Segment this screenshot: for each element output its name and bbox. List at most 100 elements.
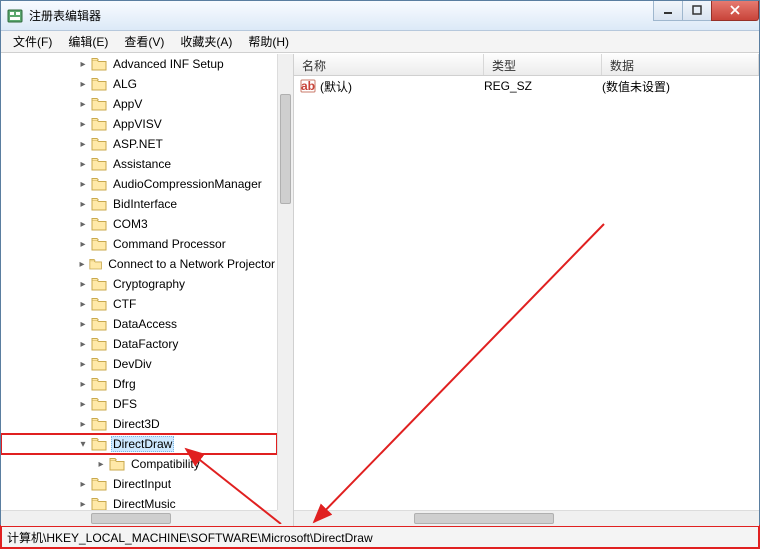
tree-node-label: DirectMusic <box>111 496 178 510</box>
tree-node[interactable]: ▸ DataFactory <box>1 334 277 354</box>
tree-node[interactable]: ▸ Cryptography <box>1 274 277 294</box>
list-pane: 名称 类型 数据 ab (默认) REG_SZ(数值未设置) <box>294 54 759 526</box>
chevron-right-icon[interactable]: ▸ <box>77 298 89 310</box>
chevron-down-icon[interactable]: ▾ <box>77 438 89 450</box>
tree-node-label: ASP.NET <box>111 136 165 152</box>
tree-node[interactable]: ▸Assistance <box>1 154 277 174</box>
scrollbar-thumb[interactable] <box>280 94 291 204</box>
list-view[interactable]: ab (默认) REG_SZ(数值未设置) <box>294 76 759 526</box>
window-controls <box>654 1 759 21</box>
tree-horizontal-scrollbar[interactable] <box>1 510 277 526</box>
chevron-right-icon[interactable]: ▸ <box>77 258 87 270</box>
tree-node[interactable]: ▾ DirectDraw <box>1 434 277 454</box>
tree-node[interactable]: ▸ DevDiv <box>1 354 277 374</box>
tree-node[interactable]: ▸ ASP.NET <box>1 134 277 154</box>
tree-node-label: Cryptography <box>111 276 187 292</box>
tree-node-label: DataFactory <box>111 336 180 352</box>
tree-scroll: ▸Advanced INF Setup▸ALG▸AppV▸AppVISV▸ASP… <box>1 54 293 526</box>
value-name: (默认) <box>320 78 352 95</box>
statusbar: 计算机\HKEY_LOCAL_MACHINE\SOFTWARE\Microsof… <box>1 526 759 548</box>
chevron-right-icon[interactable]: ▸ <box>95 458 107 470</box>
chevron-right-icon[interactable]: ▸ <box>77 138 89 150</box>
tree-vertical-scrollbar[interactable] <box>277 54 293 510</box>
tree-node[interactable]: ▸ CTF <box>1 294 277 314</box>
chevron-right-icon[interactable]: ▸ <box>77 498 89 510</box>
chevron-right-icon[interactable]: ▸ <box>77 358 89 370</box>
chevron-right-icon[interactable]: ▸ <box>77 278 89 290</box>
chevron-right-icon[interactable]: ▸ <box>77 398 89 410</box>
chevron-right-icon[interactable]: ▸ <box>77 198 89 210</box>
tree-node[interactable]: ▸ DirectInput <box>1 474 277 494</box>
regedit-window: 注册表编辑器 文件(F) 编辑(E) 查看(V) 收藏夹(A) 帮助(H) ▸A… <box>0 0 760 549</box>
tree-node-label: COM3 <box>111 216 150 232</box>
tree-node[interactable]: ▸ DFS <box>1 394 277 414</box>
chevron-right-icon[interactable]: ▸ <box>77 218 89 230</box>
menu-favorites[interactable]: 收藏夹(A) <box>172 31 240 52</box>
chevron-right-icon[interactable]: ▸ <box>77 98 89 110</box>
chevron-right-icon[interactable]: ▸ <box>77 78 89 90</box>
tree-node[interactable]: ▸Advanced INF Setup <box>1 54 277 74</box>
svg-text:ab: ab <box>301 79 315 93</box>
menu-view[interactable]: 查看(V) <box>116 31 172 52</box>
tree-view[interactable]: ▸Advanced INF Setup▸ALG▸AppV▸AppVISV▸ASP… <box>1 54 277 510</box>
minimize-button[interactable] <box>653 1 683 21</box>
close-button[interactable] <box>711 1 759 21</box>
tree-node-label: DFS <box>111 396 139 412</box>
menubar: 文件(F) 编辑(E) 查看(V) 收藏夹(A) 帮助(H) <box>1 31 759 53</box>
scrollbar-thumb[interactable] <box>414 513 554 524</box>
tree-node[interactable]: ▸Command Processor <box>1 234 277 254</box>
tree-node-label: Direct3D <box>111 416 162 432</box>
column-data[interactable]: 数据 <box>602 54 759 75</box>
tree-node[interactable]: ▸ Dfrg <box>1 374 277 394</box>
tree-node-label: DirectInput <box>111 476 173 492</box>
chevron-right-icon[interactable]: ▸ <box>77 158 89 170</box>
chevron-right-icon[interactable]: ▸ <box>77 58 89 70</box>
titlebar: 注册表编辑器 <box>1 1 759 31</box>
maximize-button[interactable] <box>682 1 712 21</box>
menu-file[interactable]: 文件(F) <box>5 31 60 52</box>
tree-node-label: AppVISV <box>111 116 164 132</box>
list-horizontal-scrollbar[interactable] <box>294 510 759 526</box>
tree-node-label: ALG <box>111 76 139 92</box>
tree-node-label: BidInterface <box>111 196 179 212</box>
menu-edit[interactable]: 编辑(E) <box>60 31 116 52</box>
scrollbar-thumb[interactable] <box>91 513 171 524</box>
tree-node[interactable]: ▸ AudioCompressionManager <box>1 174 277 194</box>
tree-node[interactable]: ▸ BidInterface <box>1 194 277 214</box>
tree-node[interactable]: ▸ ALG <box>1 74 277 94</box>
column-type[interactable]: 类型 <box>484 54 602 75</box>
value-data: (数值未设置) <box>602 78 759 95</box>
tree-node[interactable]: ▸DataAccess <box>1 314 277 334</box>
list-row[interactable]: ab (默认) REG_SZ(数值未设置) <box>294 76 759 96</box>
list-header: 名称 类型 数据 <box>294 54 759 76</box>
tree-node[interactable]: ▸ Compatibility <box>1 454 277 474</box>
tree-node-label: DirectDraw <box>111 436 174 452</box>
window-title: 注册表编辑器 <box>29 7 654 24</box>
tree-node[interactable]: ▸ Direct3D <box>1 414 277 434</box>
chevron-right-icon[interactable]: ▸ <box>77 478 89 490</box>
column-name[interactable]: 名称 <box>294 54 484 75</box>
chevron-right-icon[interactable]: ▸ <box>77 318 89 330</box>
status-path: 计算机\HKEY_LOCAL_MACHINE\SOFTWARE\Microsof… <box>7 529 373 546</box>
tree-node-label: AudioCompressionManager <box>111 176 264 192</box>
regedit-icon <box>7 8 23 24</box>
tree-node[interactable]: ▸AppV <box>1 94 277 114</box>
tree-node[interactable]: ▸ COM3 <box>1 214 277 234</box>
chevron-right-icon[interactable]: ▸ <box>77 238 89 250</box>
chevron-right-icon[interactable]: ▸ <box>77 418 89 430</box>
value-type: REG_SZ <box>484 79 602 93</box>
tree-node-label: Connect to a Network Projector <box>106 256 277 272</box>
menu-help[interactable]: 帮助(H) <box>240 31 297 52</box>
tree-node-label: Compatibility <box>129 456 202 472</box>
tree-node-label: Dfrg <box>111 376 138 392</box>
chevron-right-icon[interactable]: ▸ <box>77 378 89 390</box>
chevron-right-icon[interactable]: ▸ <box>77 118 89 130</box>
tree-node-label: CTF <box>111 296 138 312</box>
tree-node[interactable]: ▸ AppVISV <box>1 114 277 134</box>
tree-node-label: DevDiv <box>111 356 154 372</box>
tree-node[interactable]: ▸ Connect to a Network Projector <box>1 254 277 274</box>
chevron-right-icon[interactable]: ▸ <box>77 338 89 350</box>
tree-node[interactable]: ▸ DirectMusic <box>1 494 277 510</box>
chevron-right-icon[interactable]: ▸ <box>77 178 89 190</box>
scrollbar-corner <box>277 510 293 526</box>
